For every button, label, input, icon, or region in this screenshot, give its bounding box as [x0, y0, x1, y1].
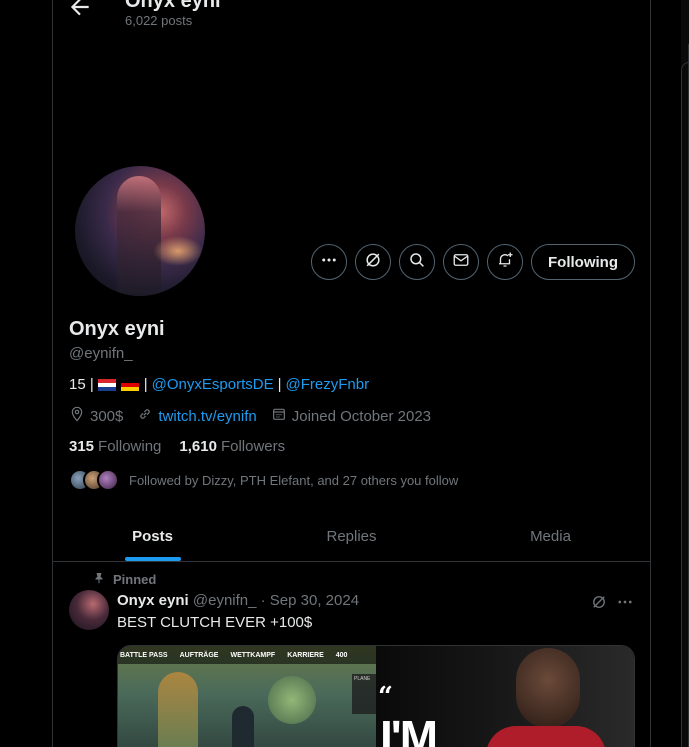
media-side-panel: PLANE [352, 674, 376, 714]
tab-media-label: Media [530, 528, 571, 545]
followed-by-text: Followed by Dizzy, PTH Elefant, and 27 o… [129, 472, 459, 488]
media-game-tab: BATTLE PASS [120, 651, 168, 659]
post-media[interactable]: BATTLE PASS AUFTRÄGE WETTKAMPF KARRIERE … [117, 645, 635, 747]
grok-button[interactable] [355, 244, 391, 280]
pin-icon [93, 571, 105, 588]
media-game-tab: 400 [335, 651, 348, 659]
header-post-count: 6,022 posts [125, 13, 193, 28]
followed-by[interactable]: Followed by Dizzy, PTH Elefant, and 27 o… [69, 467, 458, 493]
profile-bio: 15 | | @OnyxEsportsDE | @FrezyFnbr [69, 376, 369, 393]
website-item: twitch.tv/eynifn [137, 406, 257, 426]
avatar-glow [153, 236, 203, 266]
following-button[interactable]: Following [531, 244, 635, 280]
post-author-name[interactable]: Onyx eyni [117, 592, 189, 609]
joined-item: Joined October 2023 [271, 406, 431, 426]
grok-icon [363, 250, 383, 275]
post-more-icon[interactable] [615, 592, 635, 612]
more-icon [320, 251, 338, 274]
tab-replies-label: Replies [326, 528, 377, 545]
media-quote-mark: “ [378, 682, 393, 712]
back-arrow-icon[interactable] [67, 0, 93, 20]
post-text: BEST CLUTCH EVER +100$ [117, 614, 313, 631]
search-button[interactable] [399, 244, 435, 280]
bio-separator: | [143, 376, 148, 393]
avatar-figure [117, 176, 161, 296]
profile-name: Onyx eyni [69, 318, 165, 340]
sidebar-panel-corner [681, 62, 689, 747]
media-game-tabs: BATTLE PASS AUFTRÄGE WETTKAMPF KARRIERE … [118, 646, 376, 664]
following-link[interactable]: 315 Following [69, 438, 161, 455]
followers-label: Followers [220, 438, 286, 455]
bio-prefix: 15 | [69, 376, 94, 393]
profile-handle: @eynifn_ [69, 345, 133, 362]
profile-tabs: Posts Replies Media [53, 512, 650, 562]
post-grok-icon[interactable] [589, 592, 609, 612]
followers-count: 1,610 [179, 438, 217, 455]
following-label: Following [98, 438, 162, 455]
post-handle-date[interactable]: @eynifn_ · Sep 30, 2024 [193, 592, 359, 609]
media-game-tab: KARRIERE [287, 651, 324, 659]
header-title: Onyx eyni [125, 0, 221, 12]
more-button[interactable] [311, 244, 347, 280]
media-caption-text: I'M [380, 711, 438, 747]
pinned-indicator: Pinned [93, 571, 156, 588]
profile-meta: 300$ twitch.tv/eynifn Joined October 202… [69, 406, 445, 426]
tab-media[interactable]: Media [451, 512, 650, 561]
link-icon [137, 406, 153, 426]
follow-counts: 315 Following 1,610 Followers [69, 438, 285, 455]
right-sidebar-edge [681, 0, 689, 747]
croatia-flag-icon [97, 378, 116, 391]
location-text: 300$ [90, 407, 124, 425]
bell-plus-icon [496, 251, 514, 274]
profile-avatar[interactable] [71, 162, 209, 300]
post-header: Onyx eyni @eynifn_ · Sep 30, 2024 [117, 592, 359, 609]
media-character-shape [232, 706, 254, 747]
bio-mention-frezyfnbr[interactable]: @FrezyFnbr [286, 376, 370, 393]
tab-posts-label: Posts [132, 528, 173, 545]
media-person-shape [516, 648, 580, 728]
media-jersey-shape [486, 726, 606, 747]
location-item: 300$ [69, 406, 123, 426]
notifications-button[interactable] [487, 244, 523, 280]
media-image-left[interactable]: BATTLE PASS AUFTRÄGE WETTKAMPF KARRIERE … [118, 646, 376, 747]
followers-link[interactable]: 1,610 Followers [179, 438, 285, 455]
profile-column: Onyx eyni 6,022 posts Following Onyx eyn… [52, 0, 651, 747]
media-image-right[interactable]: “ I'M [376, 646, 634, 747]
media-window-shape [158, 672, 198, 747]
media-game-tab: AUFTRÄGE [179, 651, 219, 659]
location-pin-icon [69, 406, 85, 426]
search-icon [408, 251, 426, 274]
calendar-icon [271, 406, 287, 426]
pinned-label: Pinned [113, 572, 157, 587]
message-button[interactable] [443, 244, 479, 280]
joined-text: Joined October 2023 [291, 407, 432, 425]
tab-posts[interactable]: Posts [53, 512, 252, 561]
germany-flag-icon [120, 378, 139, 391]
bio-mention-onyxesports[interactable]: @OnyxEsportsDE [152, 376, 274, 393]
website-link[interactable]: twitch.tv/eynifn [158, 408, 256, 425]
post-author-avatar[interactable] [69, 590, 109, 630]
media-game-tab: WETTKAMPF [230, 651, 276, 659]
following-count: 315 [69, 438, 95, 455]
active-tab-indicator [124, 557, 181, 561]
media-window-shape [268, 676, 316, 724]
follower-avatar [97, 469, 119, 491]
tab-replies[interactable]: Replies [252, 512, 451, 561]
bio-separator: | [277, 376, 282, 393]
envelope-icon [452, 251, 470, 274]
